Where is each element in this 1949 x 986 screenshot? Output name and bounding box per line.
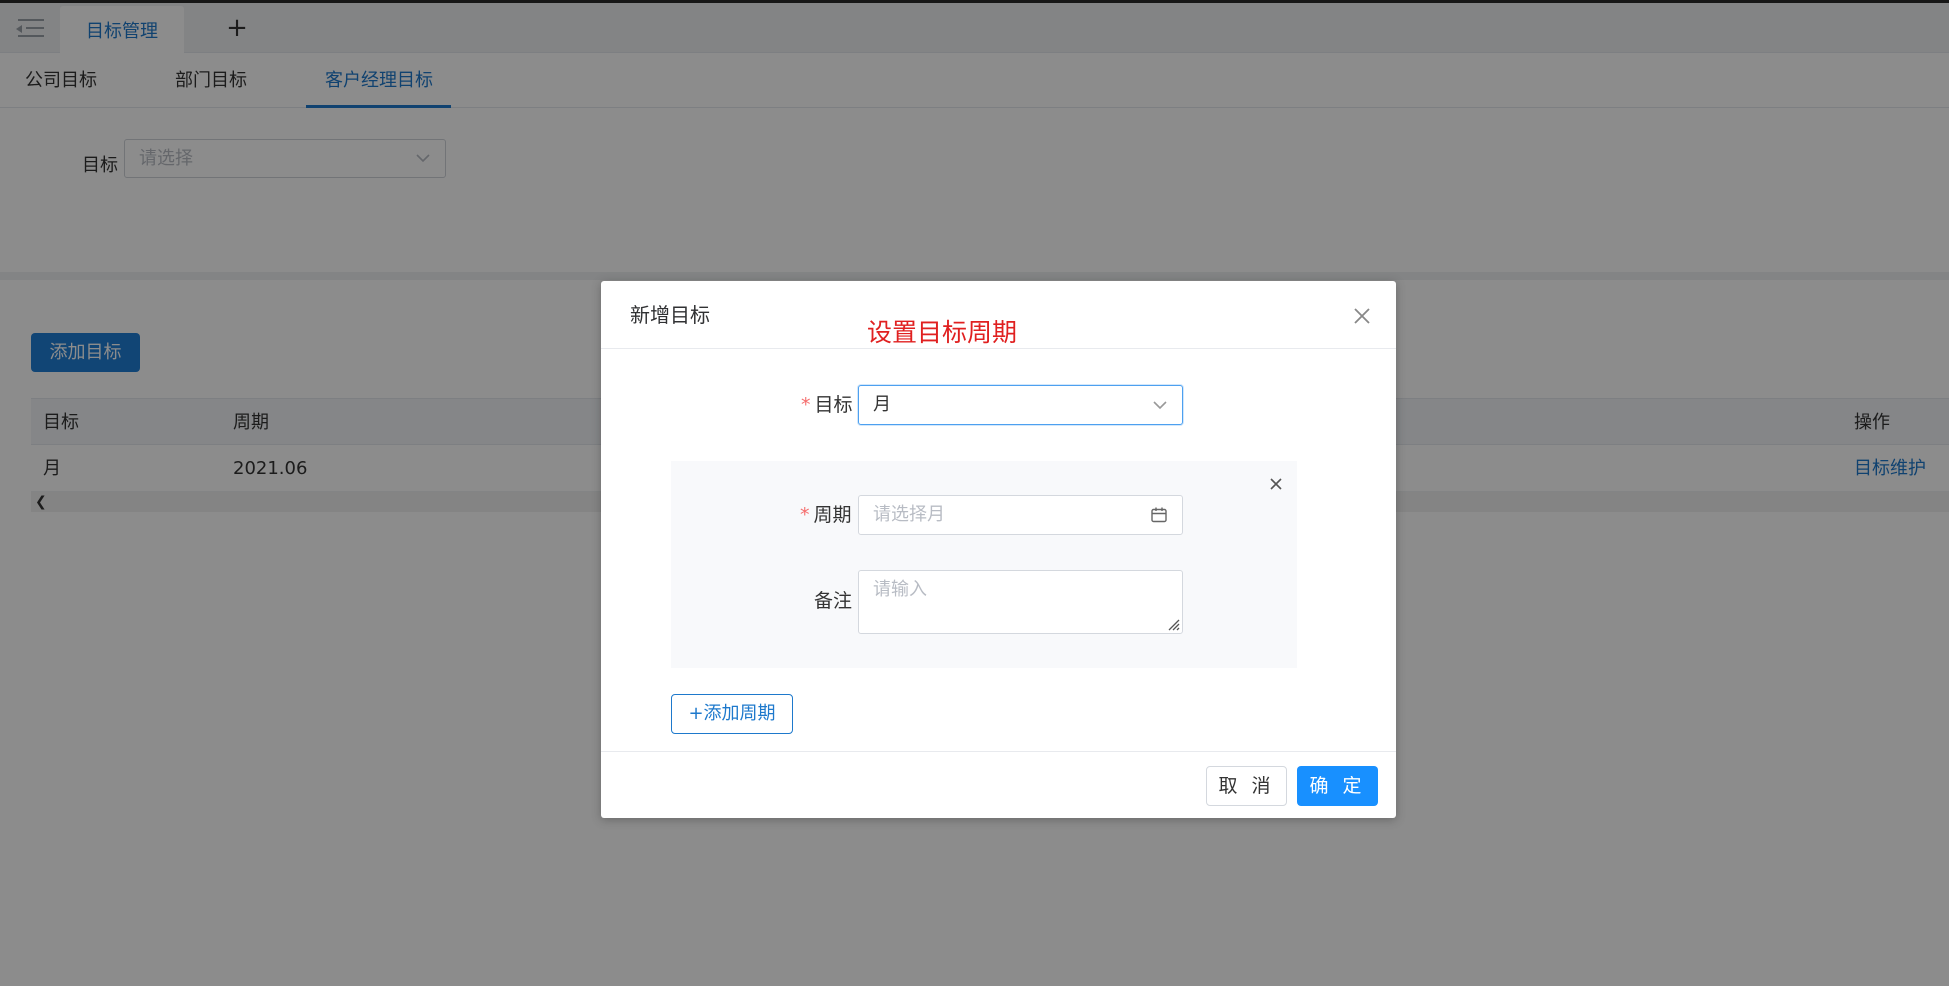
close-icon[interactable] (1351, 305, 1373, 327)
required-mark: * (800, 504, 810, 526)
label-text: 周期 (813, 504, 852, 526)
add-target-dialog: 新增目标 设置目标周期 * 目标 月 * 周期 请选择月 备注 请输入 +添加周期 … (601, 281, 1396, 818)
dialog-footer: 取 消 确 定 (601, 751, 1396, 818)
calendar-icon (1151, 507, 1167, 523)
select-value: 月 (873, 394, 891, 415)
remark-field-label: 备注 (814, 590, 853, 612)
close-icon[interactable] (1268, 476, 1284, 492)
resize-grip-icon[interactable] (1164, 615, 1180, 631)
picker-placeholder: 请选择月 (873, 504, 945, 525)
confirm-button[interactable]: 确 定 (1297, 766, 1378, 806)
period-field-label: * 周期 (800, 495, 852, 535)
dialog-header: 新增目标 设置目标周期 (601, 281, 1396, 349)
period-card: * 周期 请选择月 备注 请输入 (671, 461, 1297, 668)
dialog-title: 新增目标 (630, 303, 710, 327)
label-text: 目标 (814, 394, 853, 416)
target-field-label: * 目标 (801, 385, 853, 425)
remark-textarea[interactable]: 请输入 (858, 570, 1183, 634)
target-type-select[interactable]: 月 (858, 385, 1183, 425)
cancel-button[interactable]: 取 消 (1206, 766, 1287, 806)
app-root: 目标管理 + 公司目标 部门目标 客户经理目标 目标 请选择 添加目标 目标 周… (0, 0, 1949, 986)
required-mark: * (801, 394, 811, 416)
period-month-picker[interactable]: 请选择月 (858, 495, 1183, 535)
annotation-text: 设置目标周期 (867, 318, 1018, 347)
chevron-down-icon (1153, 401, 1167, 410)
add-period-button[interactable]: +添加周期 (671, 694, 793, 734)
textarea-placeholder: 请输入 (873, 579, 927, 600)
